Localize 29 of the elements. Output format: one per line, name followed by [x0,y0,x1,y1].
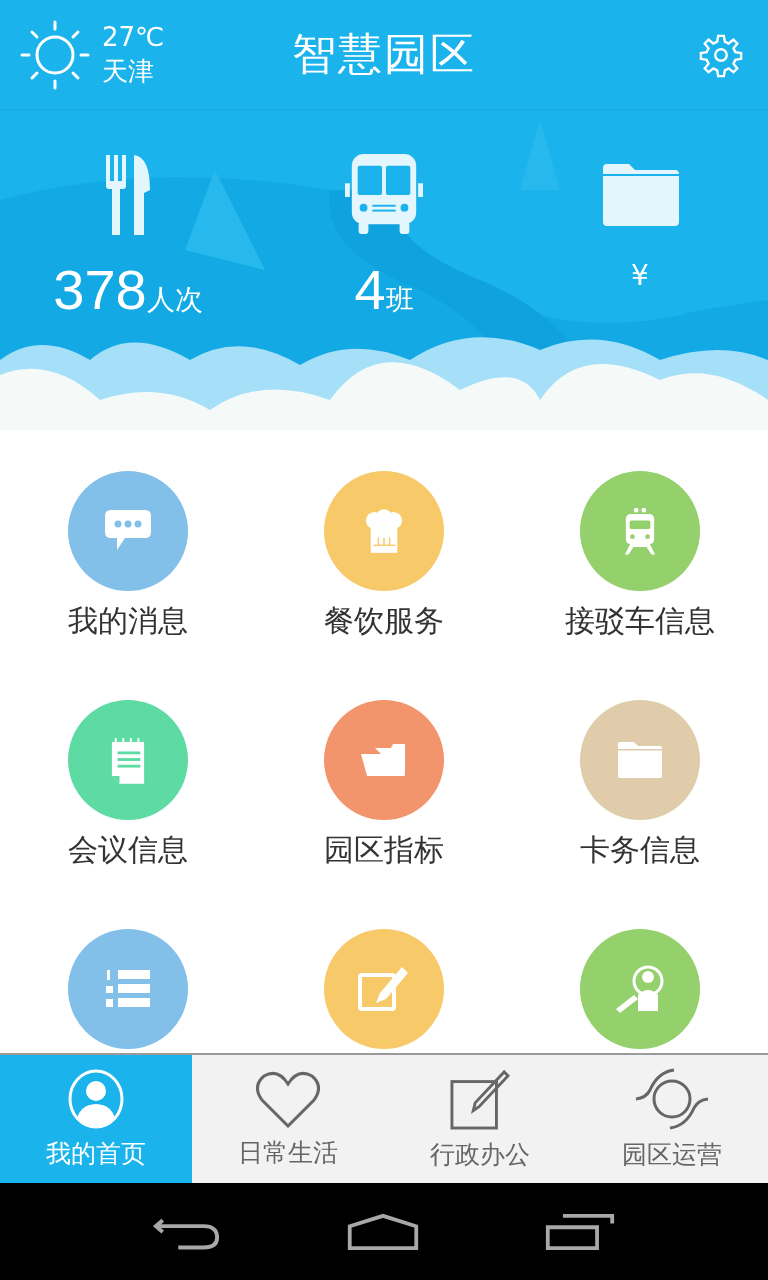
tile-label: 会议信息 [68,831,188,869]
tile-label: 园区指标 [324,831,444,869]
heart-icon [256,1069,320,1128]
person-search-icon [614,965,666,1013]
stat-value: 378人次 [53,262,203,318]
temperature-text: 27℃ [102,20,165,54]
app-title: 智慧园区 [292,27,476,81]
edit-icon [450,1067,510,1130]
notepad-icon [110,736,146,784]
home-icon[interactable] [346,1212,420,1251]
city-text: 天津 [102,54,155,88]
folder-icon [618,742,662,778]
tile-label: 餐饮服务 [324,602,444,640]
tile-label: 我的消息 [68,602,188,640]
open-folder-icon [361,744,407,776]
recent-apps-icon[interactable] [545,1213,616,1250]
cycle-icon [634,1067,710,1130]
tile-label: 卡务信息 [580,831,700,869]
bus-icon [345,154,423,236]
stat-value: ¥ [631,262,649,290]
numbered-list-icon [104,968,152,1010]
edit-icon [358,965,410,1013]
chat-bubble-icon [105,510,151,552]
tile-label: 接驳车信息 [565,602,715,640]
sun-icon [20,19,90,90]
train-icon [623,507,657,555]
chef-hat-icon [365,509,403,553]
user-avatar-icon [68,1068,124,1129]
stat-value: 4班 [354,262,414,318]
